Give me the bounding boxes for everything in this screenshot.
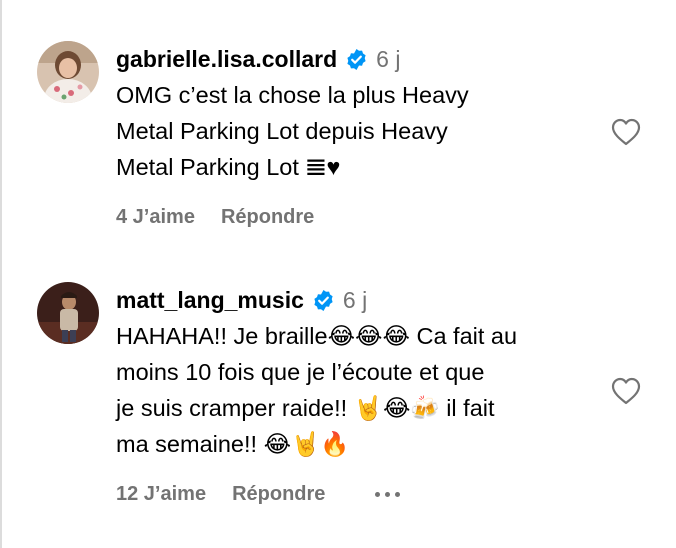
reply-button[interactable]: Répondre: [232, 483, 325, 506]
verified-badge-icon: [314, 289, 333, 311]
like-count[interactable]: 4 J’aime: [116, 206, 195, 229]
comment-text: OMG c’est la chose la plus Heavy Metal P…: [116, 82, 469, 180]
comment-username[interactable]: gabrielle.lisa.collard: [116, 46, 337, 73]
like-count[interactable]: 12 J’aime: [116, 483, 206, 506]
comment-username[interactable]: matt_lang_music: [116, 287, 304, 314]
heart-outline-icon[interactable]: [610, 377, 642, 405]
comment-timestamp: 6 j: [376, 45, 401, 72]
verified-badge-icon: [347, 48, 366, 70]
comment-timestamp: 6 j: [342, 286, 368, 313]
left-edge-divider: [0, 0, 2, 548]
reply-button[interactable]: Répondre: [221, 206, 314, 229]
avatar[interactable]: [37, 41, 99, 103]
comment-text: HAHAHA!! Je braille😂😂😂 Ca fait au moins …: [116, 323, 518, 457]
avatar[interactable]: [37, 282, 99, 344]
more-options-icon[interactable]: [375, 492, 401, 497]
heart-outline-icon[interactable]: [610, 118, 642, 146]
